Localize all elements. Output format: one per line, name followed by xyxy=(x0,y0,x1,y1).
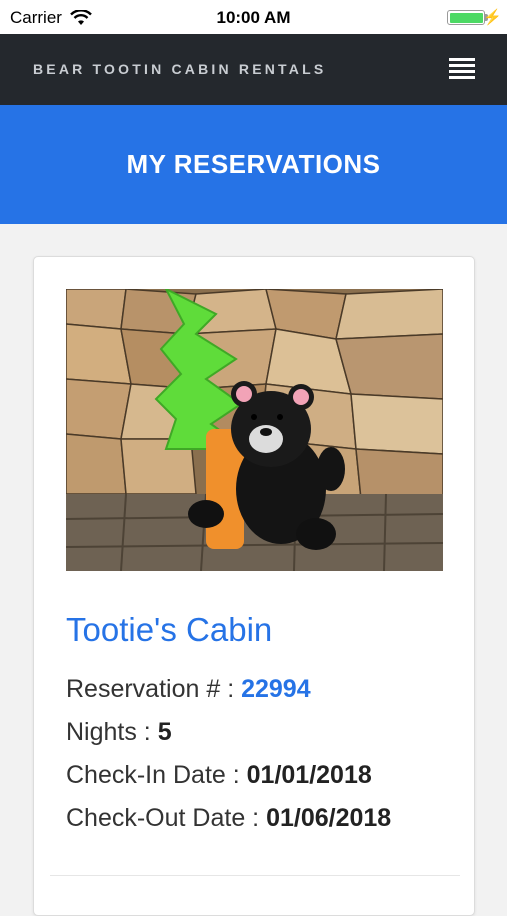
reservation-number-label: Reservation # : xyxy=(66,675,242,703)
checkin-row: Check-In Date : 01/01/2018 xyxy=(66,761,372,790)
brand-title[interactable]: BEAR TOOTIN CABIN RENTALS xyxy=(33,61,326,77)
checkout-date: 01/06/2018 xyxy=(266,804,392,832)
checkin-label: Check-In Date : xyxy=(66,761,247,789)
cabin-photo-image xyxy=(66,289,443,571)
nights-label: Nights : xyxy=(66,718,158,746)
card-divider xyxy=(50,875,460,876)
cabin-photo xyxy=(66,289,443,571)
reservation-number-row: Reservation # : 22994 xyxy=(66,675,311,704)
charging-bolt-icon: ⚡ xyxy=(483,9,502,26)
page-header-banner: MY RESERVATIONS xyxy=(0,105,507,224)
top-navbar: BEAR TOOTIN CABIN RENTALS xyxy=(0,34,507,105)
checkin-date: 01/01/2018 xyxy=(246,761,372,789)
nights-row: Nights : 5 xyxy=(66,718,172,747)
checkout-row: Check-Out Date : 01/06/2018 xyxy=(66,804,391,833)
hamburger-menu-icon[interactable] xyxy=(449,58,475,80)
checkout-label: Check-Out Date : xyxy=(66,804,267,832)
clock: 10:00 AM xyxy=(216,8,291,27)
cabin-name-link[interactable]: Tootie's Cabin xyxy=(66,611,272,649)
page-title: MY RESERVATIONS xyxy=(126,149,381,179)
nights-value: 5 xyxy=(157,718,172,746)
reservation-number-link[interactable]: 22994 xyxy=(241,675,311,703)
reservation-card[interactable]: Tootie's Cabin Reservation # : 22994 Nig… xyxy=(33,256,475,916)
status-bar: Carrier 10:00 AM ⚡ xyxy=(0,0,507,34)
battery-icon xyxy=(447,10,485,25)
